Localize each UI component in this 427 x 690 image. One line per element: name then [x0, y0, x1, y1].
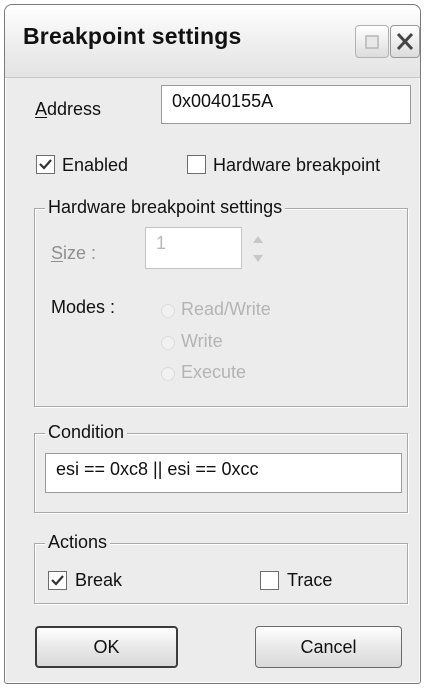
actions-caption: Actions [45, 532, 111, 553]
mode-read-write-radio[interactable] [161, 304, 175, 318]
title-bar[interactable]: Breakpoint settings [5, 5, 420, 78]
size-input[interactable]: 1 [145, 227, 242, 269]
mode-write-label: Write [181, 331, 223, 351]
mode-execute-label: Execute [181, 362, 247, 382]
ok-button[interactable]: OK [35, 626, 178, 668]
mode-write-radio[interactable] [161, 336, 175, 350]
spinner-down-icon[interactable] [253, 255, 263, 262]
hardware-settings-caption: Hardware breakpoint settings [45, 197, 286, 218]
spinner-up-icon[interactable] [253, 236, 263, 243]
address-label: Address [35, 99, 102, 119]
size-label: Size : [51, 243, 97, 263]
check-icon [39, 159, 52, 170]
mode-execute-radio[interactable] [161, 367, 175, 381]
hardware-breakpoint-label: Hardware breakpoint [213, 155, 381, 175]
address-input[interactable]: 0x0040155A [161, 85, 411, 124]
close-button[interactable] [390, 25, 420, 58]
close-icon [396, 32, 414, 51]
mode-read-write-label: Read/Write [181, 299, 271, 319]
trace-checkbox[interactable] [260, 571, 279, 590]
condition-caption: Condition [45, 422, 128, 443]
size-spinner[interactable] [247, 230, 269, 268]
break-label: Break [75, 570, 123, 590]
trace-label: Trace [287, 570, 333, 590]
modes-label: Modes : [51, 297, 116, 317]
window-title: Breakpoint settings [23, 23, 242, 49]
break-checkbox[interactable] [48, 571, 67, 590]
restore-icon [365, 35, 379, 49]
hardware-breakpoint-checkbox[interactable] [187, 155, 206, 174]
check-icon [51, 575, 64, 586]
restore-button[interactable] [355, 25, 389, 58]
breakpoint-settings-dialog: Breakpoint settings Address 0x0040155A E… [4, 4, 421, 684]
enabled-label: Enabled [62, 155, 129, 175]
cancel-button[interactable]: Cancel [255, 626, 402, 668]
condition-input[interactable]: esi == 0xc8 || esi == 0xcc [45, 453, 402, 493]
enabled-checkbox[interactable] [36, 155, 55, 174]
